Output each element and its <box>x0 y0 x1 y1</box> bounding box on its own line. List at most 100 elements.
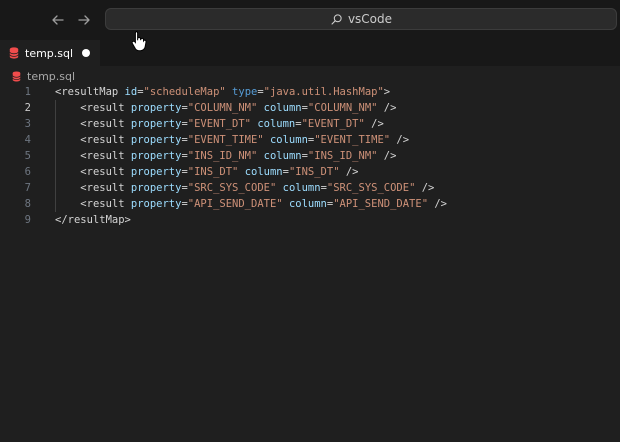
code-text: <result property="SRC_SYS_CODE" column="… <box>55 180 434 196</box>
code-line[interactable]: 7 <result property="SRC_SYS_CODE" column… <box>0 180 620 196</box>
code-text: <result property="EVENT_TIME" column="EV… <box>55 132 409 148</box>
token-str: "EVENT_TIME" <box>314 134 391 146</box>
token-attr: property <box>130 102 182 114</box>
token-tag: /> <box>415 182 435 194</box>
forward-button[interactable] <box>72 8 96 32</box>
search-icon <box>331 13 342 25</box>
command-center-label: vsCode <box>347 12 393 26</box>
token-tag: /> <box>428 198 447 210</box>
tab-label: temp.sql <box>25 46 74 60</box>
token-str: "SRC_SYS_CODE" <box>326 182 416 194</box>
token-tag: </resultMap> <box>55 214 131 226</box>
token-tag: /> <box>364 118 384 130</box>
code-line[interactable]: 2 <result property="COLUMN_NM" column="C… <box>0 100 620 116</box>
code-text: <result property="INS_DT" column="INS_DT… <box>55 164 359 180</box>
database-icon <box>12 70 21 82</box>
code-text: <result property="EVENT_DT" column="EVEN… <box>55 116 384 132</box>
token-str: "INS_ID_NM" <box>307 150 378 162</box>
code-line[interactable]: 3 <result property="EVENT_DT" column="EV… <box>0 116 620 132</box>
token-attr: column <box>263 150 302 162</box>
token-tag: <result <box>80 118 131 130</box>
line-number: 8 <box>24 198 31 210</box>
token-attr: property <box>130 150 182 162</box>
token-tag: <result <box>80 150 131 162</box>
token-attr: property <box>130 134 182 146</box>
token-tag: /> <box>390 134 410 146</box>
token-kw: type <box>232 86 258 98</box>
token-tag: <result <box>80 198 131 210</box>
token-attr: property <box>130 198 182 210</box>
token-str: "INS_ID_NM" <box>187 150 258 162</box>
title-bar: vsCode <box>0 0 620 40</box>
code-line[interactable]: 1 <resultMap id="scheduleMap" type="java.… <box>0 84 620 100</box>
line-number: 9 <box>24 214 31 226</box>
back-button[interactable] <box>46 8 70 32</box>
line-number: 4 <box>24 134 31 146</box>
hand-pointer-icon <box>131 31 147 52</box>
breadcrumb: temp.sql <box>12 67 75 85</box>
editor-tab-bar: temp.sql <box>0 40 620 66</box>
token-attr: column <box>257 118 296 130</box>
line-number: 1 <box>24 86 31 98</box>
token-tag: /> <box>377 102 397 114</box>
token-str: "API_SEND_DATE" <box>187 198 283 210</box>
token-str: "EVENT_DT" <box>301 118 365 130</box>
token-str: "INS_DT" <box>187 166 239 178</box>
code-line[interactable]: 4 <result property="EVENT_TIME" column="… <box>0 132 620 148</box>
line-number: 5 <box>24 150 31 162</box>
token-attr: column <box>269 134 308 146</box>
token-str: "EVENT_DT" <box>187 118 251 130</box>
arrow-right-icon <box>78 15 90 25</box>
token-str: "EVENT_TIME" <box>187 134 264 146</box>
code-text: <result property="INS_ID_NM" column="INS… <box>55 148 396 164</box>
token-tag: /> <box>377 150 397 162</box>
token-tag: <result <box>80 102 131 114</box>
token-tag: <result <box>80 182 131 194</box>
token-str: "COLUMN_NM" <box>307 102 378 114</box>
code-text: </resultMap> <box>55 212 131 228</box>
token-tag: <result <box>80 134 131 146</box>
unsaved-dot-icon[interactable] <box>82 49 90 57</box>
line-number: 7 <box>24 182 31 194</box>
code-text: <result property="COLUMN_NM" column="COL… <box>55 100 396 116</box>
code-text: <result property="API_SEND_DATE" column=… <box>55 196 447 212</box>
arrow-left-icon <box>52 15 64 25</box>
code-editor[interactable]: 1 <resultMap id="scheduleMap" type="java.… <box>0 84 620 442</box>
code-line[interactable]: 8 <result property="API_SEND_DATE" colum… <box>0 196 620 212</box>
database-icon <box>9 47 19 59</box>
token-attr: column <box>263 102 302 114</box>
token-tag: > <box>383 86 391 98</box>
token-str: "SRC_SYS_CODE" <box>187 182 277 194</box>
token-attr: column <box>288 198 327 210</box>
token-str: "scheduleMap" <box>143 86 226 98</box>
code-line[interactable]: 6 <result property="INS_DT" column="INS_… <box>0 164 620 180</box>
line-number: 6 <box>24 166 31 178</box>
token-attr: property <box>130 118 182 130</box>
token-tag: /> <box>339 166 359 178</box>
token-attr: property <box>130 166 182 178</box>
line-number: 2 <box>24 102 31 114</box>
line-number: 3 <box>24 118 31 130</box>
command-center-search[interactable]: vsCode <box>105 8 617 30</box>
token-attr: column <box>244 166 283 178</box>
token-str: "API_SEND_DATE" <box>333 198 429 210</box>
token-tag: <resultMap <box>55 86 125 98</box>
breadcrumb-item-file[interactable]: temp.sql <box>27 70 75 83</box>
code-text: <resultMap id="scheduleMap" type="java.u… <box>55 84 390 100</box>
token-str: "COLUMN_NM" <box>187 102 258 114</box>
code-line[interactable]: 5 <result property="INS_ID_NM" column="I… <box>0 148 620 164</box>
token-tag: <result <box>80 166 131 178</box>
token-attr: property <box>130 182 182 194</box>
token-str: "INS_DT" <box>288 166 340 178</box>
tab-temp-sql[interactable]: temp.sql <box>0 40 100 66</box>
token-attr: column <box>282 182 321 194</box>
code-line[interactable]: 9 </resultMap> <box>0 212 620 228</box>
token-str: "java.util.HashMap" <box>263 86 384 98</box>
token-attr: id <box>124 86 138 98</box>
